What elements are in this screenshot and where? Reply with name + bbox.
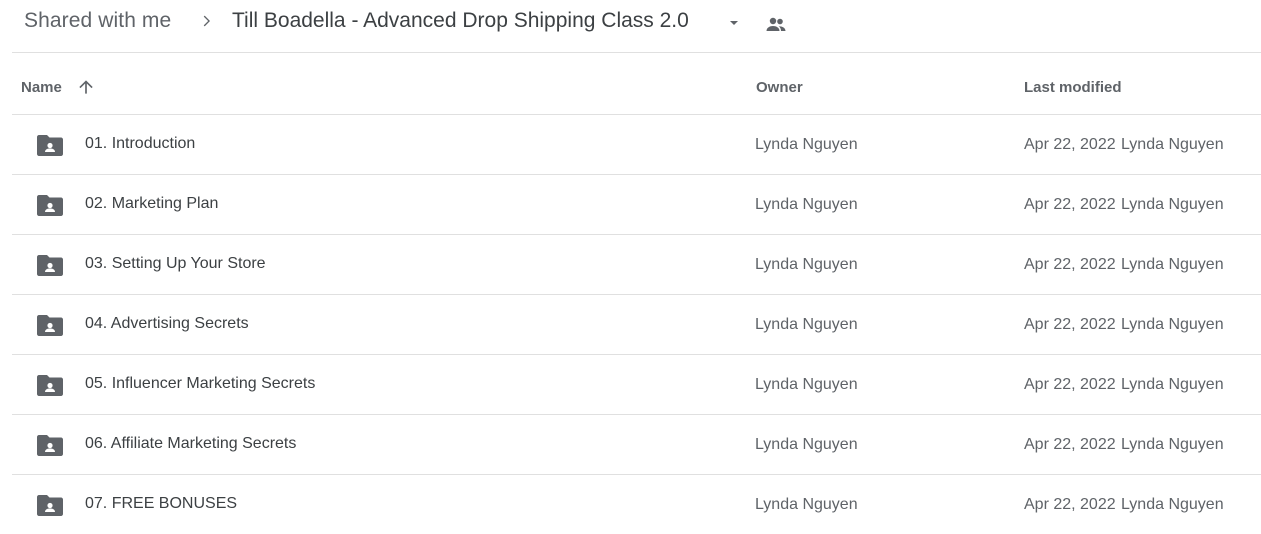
file-owner: Lynda Nguyen [755, 256, 858, 273]
file-name: 02. Marketing Plan [85, 195, 219, 212]
file-modified-by: Lynda Nguyen [1121, 436, 1224, 453]
column-header-row: Name Owner Last modified [12, 53, 1261, 115]
file-owner: Lynda Nguyen [755, 316, 858, 333]
file-modified-by: Lynda Nguyen [1121, 256, 1224, 273]
shared-folder-icon [37, 375, 63, 396]
shared-folder-icon [37, 195, 63, 216]
file-modified-by: Lynda Nguyen [1121, 136, 1224, 153]
file-row[interactable]: 07. FREE BONUSES Lynda Nguyen Apr 22, 20… [12, 475, 1261, 534]
file-name: 06. Affiliate Marketing Secrets [85, 435, 297, 452]
file-row[interactable]: 04. Advertising Secrets Lynda Nguyen Apr… [12, 295, 1261, 355]
file-owner: Lynda Nguyen [755, 436, 858, 453]
file-modified-by: Lynda Nguyen [1121, 196, 1224, 213]
people-icon[interactable] [764, 13, 788, 37]
file-row[interactable]: 05. Influencer Marketing Secrets Lynda N… [12, 355, 1261, 415]
file-modified-date: Apr 22, 2022 [1024, 496, 1116, 513]
file-name: 05. Influencer Marketing Secrets [85, 375, 316, 392]
caret-down-icon[interactable] [726, 15, 742, 31]
file-modified-by: Lynda Nguyen [1121, 496, 1224, 513]
file-modified-by: Lynda Nguyen [1121, 376, 1224, 393]
file-modified-date: Apr 22, 2022 [1024, 376, 1116, 393]
column-header-name[interactable]: Name [21, 79, 62, 96]
file-owner: Lynda Nguyen [755, 496, 858, 513]
file-row[interactable]: 01. Introduction Lynda Nguyen Apr 22, 20… [12, 115, 1261, 175]
file-owner: Lynda Nguyen [755, 136, 858, 153]
shared-folder-icon [37, 315, 63, 336]
file-owner: Lynda Nguyen [755, 376, 858, 393]
file-owner: Lynda Nguyen [755, 196, 858, 213]
file-row[interactable]: 06. Affiliate Marketing Secrets Lynda Ng… [12, 415, 1261, 475]
file-row[interactable]: 03. Setting Up Your Store Lynda Nguyen A… [12, 235, 1261, 295]
shared-folder-icon [37, 495, 63, 516]
chevron-right-icon [203, 15, 210, 27]
breadcrumb-current-folder[interactable]: Till Boadella - Advanced Drop Shipping C… [232, 9, 689, 33]
shared-folder-icon [37, 135, 63, 156]
breadcrumb-shared-with-me[interactable]: Shared with me [24, 9, 171, 33]
column-header-last-modified[interactable]: Last modified [1024, 79, 1122, 96]
file-name: 04. Advertising Secrets [85, 315, 249, 332]
file-name: 01. Introduction [85, 135, 196, 152]
file-modified-date: Apr 22, 2022 [1024, 436, 1116, 453]
file-row[interactable]: 02. Marketing Plan Lynda Nguyen Apr 22, … [12, 175, 1261, 235]
file-modified-by: Lynda Nguyen [1121, 316, 1224, 333]
file-modified-date: Apr 22, 2022 [1024, 136, 1116, 153]
file-modified-date: Apr 22, 2022 [1024, 316, 1116, 333]
file-modified-date: Apr 22, 2022 [1024, 196, 1116, 213]
column-header-owner[interactable]: Owner [756, 79, 803, 96]
arrow-up-icon[interactable] [76, 77, 96, 97]
file-name: 03. Setting Up Your Store [85, 255, 266, 272]
file-list: 01. Introduction Lynda Nguyen Apr 22, 20… [12, 115, 1261, 534]
shared-folder-icon [37, 435, 63, 456]
file-name: 07. FREE BONUSES [85, 495, 238, 512]
shared-folder-icon [37, 255, 63, 276]
file-modified-date: Apr 22, 2022 [1024, 256, 1116, 273]
breadcrumb-bar: Shared with me Till Boadella - Advanced … [0, 0, 1261, 52]
